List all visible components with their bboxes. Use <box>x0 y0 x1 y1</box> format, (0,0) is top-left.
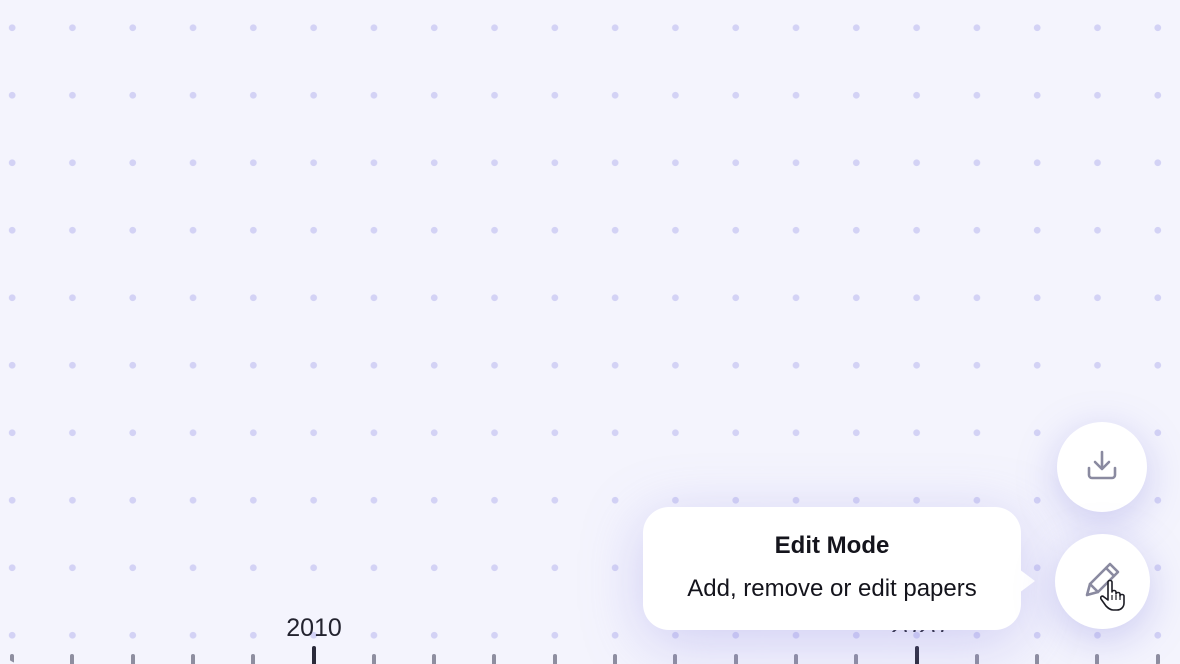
timeline-tick <box>190 654 195 664</box>
download-icon <box>1085 448 1119 487</box>
tooltip-title: Edit Mode <box>774 532 890 559</box>
timeline-tick <box>733 654 738 664</box>
timeline-tick <box>492 654 497 664</box>
tooltip-description: Add, remove or edit papers <box>687 575 977 602</box>
year-label-2010: 2010 <box>286 614 342 642</box>
timeline-major-tick <box>914 646 919 664</box>
timeline-tick <box>1035 654 1040 664</box>
timeline-tick <box>10 654 14 664</box>
timeline-tick <box>251 654 256 664</box>
timeline-tick <box>1155 654 1160 664</box>
timeline-major-tick <box>311 646 316 664</box>
timeline-tick <box>371 654 376 664</box>
timeline-tick <box>70 654 75 664</box>
timeline-tick <box>673 654 678 664</box>
timeline-tick <box>974 654 979 664</box>
download-button[interactable] <box>1057 422 1147 512</box>
timeline-tick <box>1095 654 1100 664</box>
timeline-tick <box>130 654 135 664</box>
graph-canvas[interactable]: 2010 2020 Edit Mode Add, remove or edit … <box>0 0 1180 664</box>
timeline-tick <box>854 654 859 664</box>
timeline-tick <box>432 654 437 664</box>
timeline-tick <box>793 654 798 664</box>
timeline-tick <box>613 654 617 664</box>
edit-mode-tooltip: Edit Mode Add, remove or edit papers <box>643 507 1035 630</box>
timeline-tick <box>552 654 557 664</box>
hand-cursor-icon <box>1099 579 1128 616</box>
